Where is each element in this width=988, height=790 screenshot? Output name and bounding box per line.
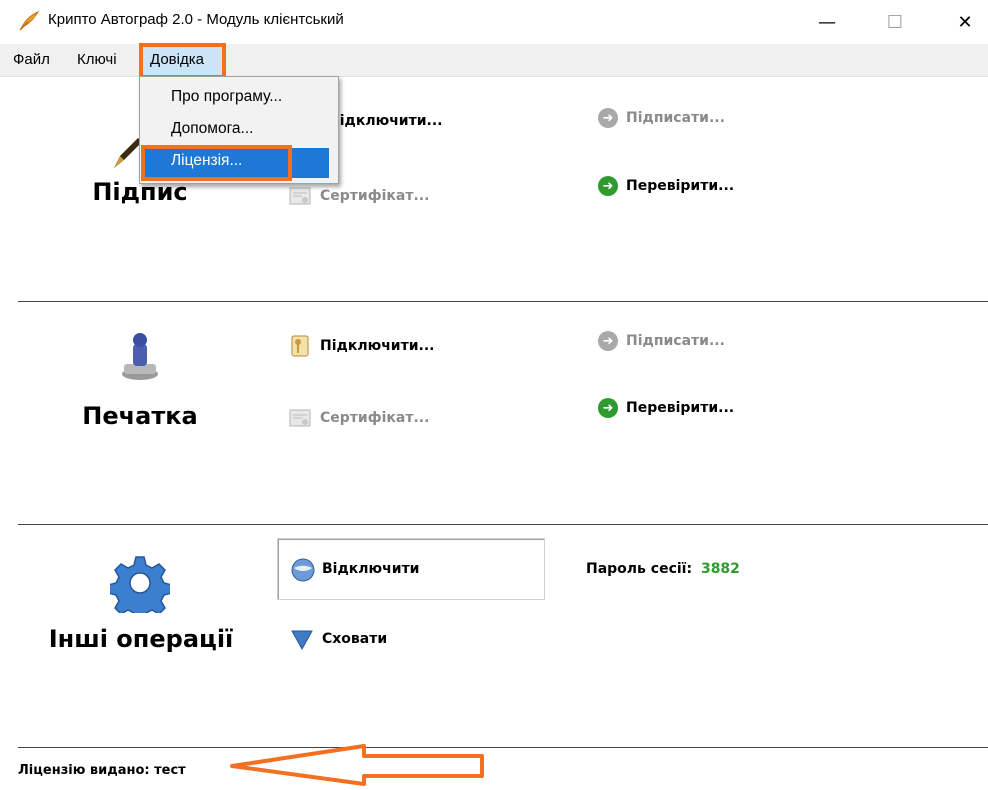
gear-icon (107, 553, 173, 622)
session-password-label: Пароль сесії: (586, 561, 693, 577)
close-button[interactable]: ✕ (942, 6, 988, 38)
section-stamp-label: Печатка (82, 402, 198, 430)
stamp-verify-label: Перевірити... (626, 400, 735, 416)
feather-icon (18, 10, 40, 32)
session-password-value: 3882 (700, 561, 740, 577)
arrow-right-icon: ➜ (598, 108, 618, 128)
section-other-label: Інші операції (48, 625, 234, 653)
minimize-button[interactable]: — (804, 6, 850, 38)
menu-item-help[interactable]: Допомога... (171, 120, 253, 138)
signature-connect-label: Підключити... (328, 113, 443, 129)
menu-keys[interactable]: Ключі (77, 51, 117, 68)
signature-sign-label: Підписати... (626, 110, 725, 126)
signature-verify-label: Перевірити... (626, 178, 735, 194)
stamp-certificate-label: Сертифікат... (320, 410, 430, 426)
maximize-button[interactable]: ☐ (872, 6, 918, 38)
arrow-left-icon (226, 742, 488, 786)
license-status: Ліцензію видано: тест (18, 763, 186, 778)
menu-item-about[interactable]: Про програму... (171, 88, 282, 106)
session-password: Пароль сесії: 3882 (586, 561, 740, 577)
signature-connect-button[interactable]: Підключити... (328, 113, 443, 129)
triangle-down-icon (290, 627, 314, 651)
stamp-sign-label: Підписати... (626, 333, 725, 349)
disconnect-button[interactable]: Відключити (290, 557, 420, 582)
stamp-icon (118, 330, 162, 382)
signature-certificate-button[interactable]: Сертифікат... (288, 184, 429, 208)
disconnect-label: Відключити (322, 561, 420, 577)
certificate-icon (288, 184, 312, 208)
key-icon (288, 334, 312, 358)
section-divider (18, 524, 988, 525)
globe-icon (290, 557, 315, 582)
arrow-right-icon: ➜ (598, 176, 618, 196)
arrow-right-icon: ➜ (598, 398, 618, 418)
hide-label: Сховати (322, 631, 388, 647)
signature-verify-button[interactable]: ➜ Перевірити... (598, 176, 734, 196)
license-annotation (141, 145, 292, 181)
signature-certificate-label: Сертифікат... (320, 188, 430, 204)
menu-help-annotation (139, 43, 226, 79)
certificate-icon (288, 406, 312, 430)
section-divider (18, 301, 988, 302)
signature-sign-button[interactable]: ➜ Підписати... (598, 108, 725, 128)
window-title: Крипто Автограф 2.0 - Модуль клієнтський (48, 11, 344, 28)
stamp-verify-button[interactable]: ➜ Перевірити... (598, 398, 734, 418)
stamp-certificate-button[interactable]: Сертифікат... (288, 406, 429, 430)
stamp-connect-button[interactable]: Підключити... (288, 334, 435, 358)
arrow-right-icon: ➜ (598, 331, 618, 351)
section-divider (18, 747, 988, 748)
stamp-connect-label: Підключити... (320, 338, 435, 354)
menu-file[interactable]: Файл (13, 51, 50, 68)
hide-button[interactable]: Сховати (290, 627, 387, 651)
stamp-sign-button[interactable]: ➜ Підписати... (598, 331, 725, 351)
